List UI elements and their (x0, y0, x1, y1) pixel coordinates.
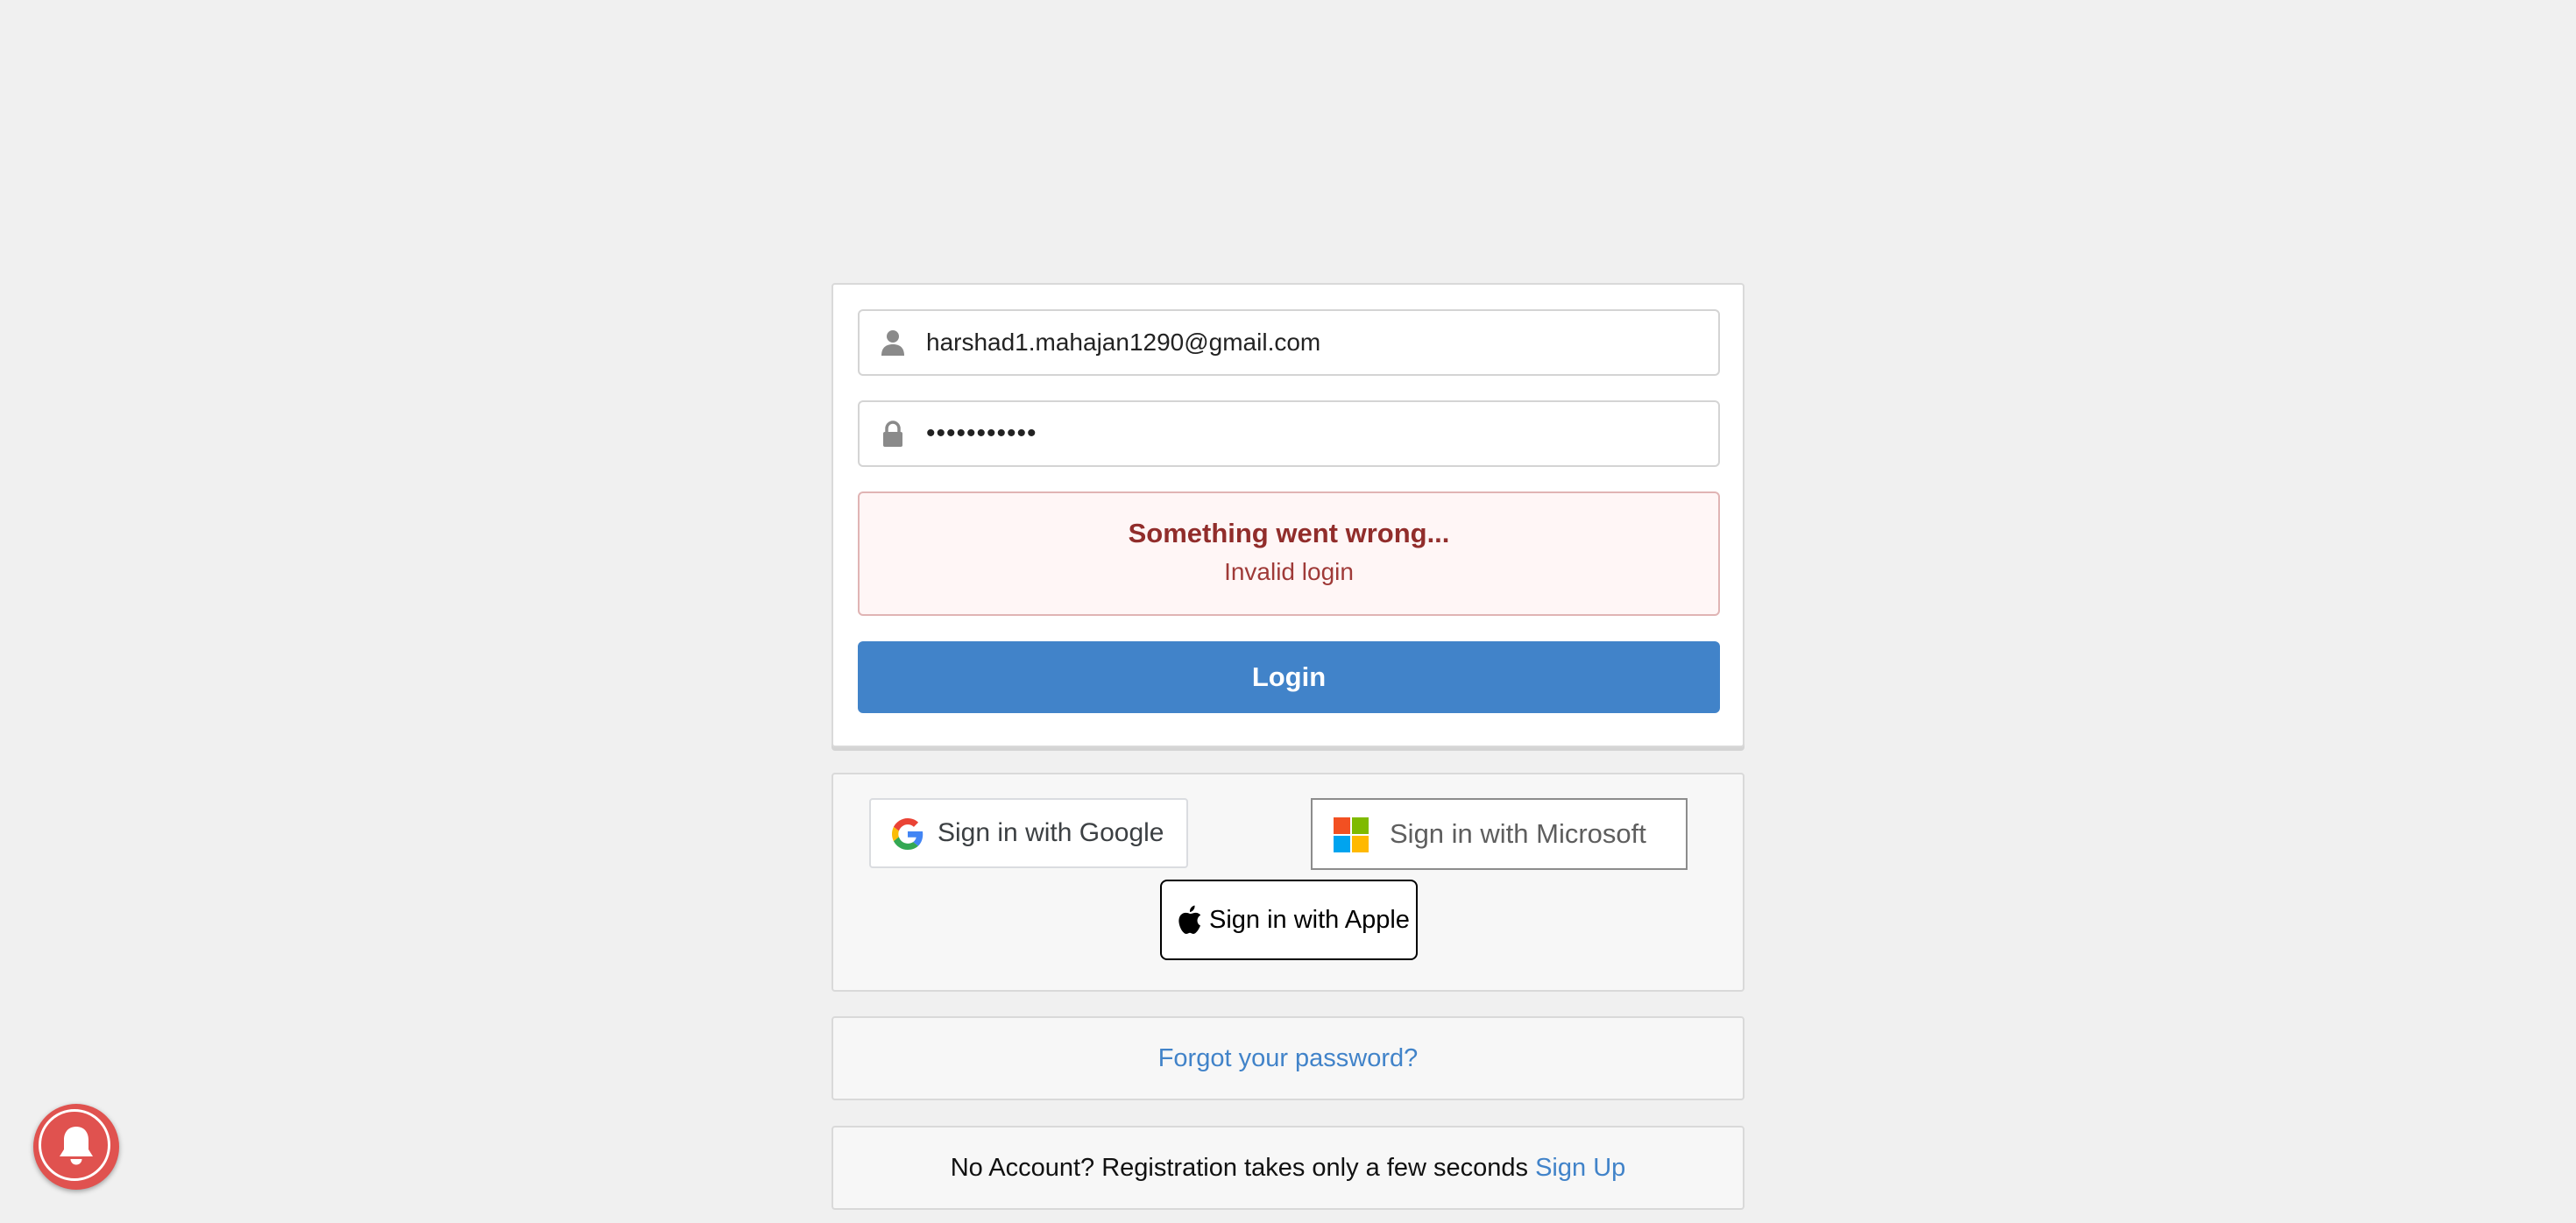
google-icon (892, 818, 924, 850)
login-panel: harshad1.mahajan1290@gmail.com •••••••••… (832, 283, 1744, 747)
password-value: ••••••••••• (926, 419, 1037, 448)
error-detail: Invalid login (1224, 558, 1354, 585)
signup-link[interactable]: Sign Up (1535, 1154, 1625, 1182)
microsoft-icon (1334, 817, 1369, 852)
password-field[interactable]: ••••••••••• (858, 400, 1720, 467)
microsoft-signin-button[interactable]: Sign in with Microsoft (1311, 798, 1688, 870)
google-signin-label: Sign in with Google (938, 818, 1164, 847)
signup-prompt: No Account? Registration takes only a fe… (950, 1154, 1529, 1182)
microsoft-signin-label: Sign in with Microsoft (1390, 818, 1646, 849)
login-button[interactable]: Login (858, 641, 1720, 713)
email-value: harshad1.mahajan1290@gmail.com (926, 329, 1321, 356)
social-login-panel: Sign in with Google Sign in with Microso… (832, 773, 1744, 992)
error-title: Something went wrong... (1128, 518, 1450, 548)
lock-icon (883, 421, 902, 447)
google-signin-button[interactable]: Sign in with Google (869, 798, 1188, 868)
forgot-password-link[interactable]: Forgot your password? (833, 1018, 1743, 1099)
error-message: Something went wrong... Invalid login (858, 491, 1720, 616)
apple-signin-label: Sign in with Apple (1209, 906, 1410, 934)
apple-icon (1178, 905, 1201, 934)
forgot-password-panel: Forgot your password? (832, 1016, 1744, 1100)
bell-icon (60, 1127, 93, 1165)
user-icon (881, 330, 904, 356)
notification-bell-button[interactable] (33, 1104, 119, 1190)
apple-signin-button[interactable]: Sign in with Apple (1160, 880, 1418, 960)
signup-panel: No Account? Registration takes only a fe… (832, 1126, 1744, 1210)
email-field[interactable]: harshad1.mahajan1290@gmail.com (858, 309, 1720, 376)
